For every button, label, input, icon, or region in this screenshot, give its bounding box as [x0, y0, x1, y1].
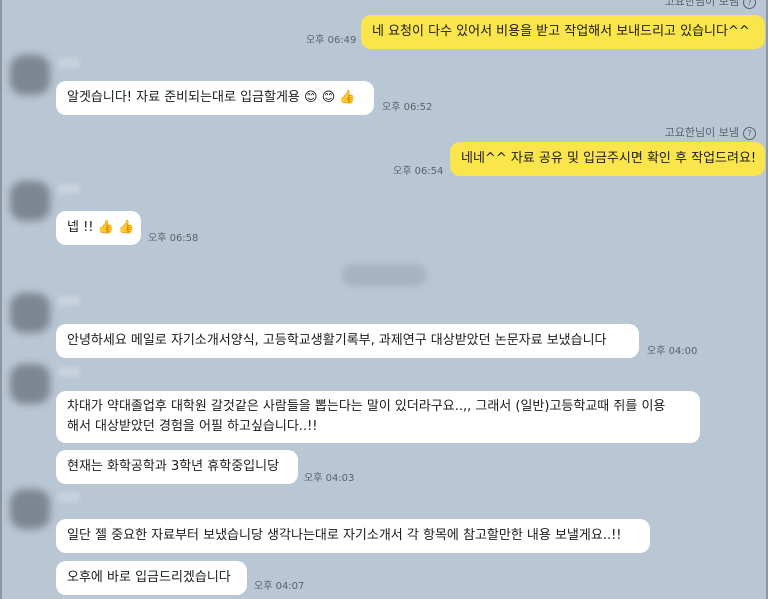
their-message-bubble[interactable]: 넵 !! 👍 👍 [56, 211, 141, 245]
help-icon[interactable]: ? [743, 0, 756, 9]
message-time: 오후 06:52 [382, 102, 433, 113]
avatar[interactable] [10, 293, 50, 333]
sender-name-blurred [58, 58, 80, 68]
their-message-bubble[interactable]: 알겟습니다! 자료 준비되는대로 입금할게용 😊 😊 👍 [56, 81, 374, 115]
message-line: 해서 대상받았던 경험을 어필 하고싶습니다..!! [67, 419, 318, 434]
their-message-bubble[interactable]: 안녕하세요 메일로 자기소개서양식, 고등학교생활기록부, 과제연구 대상받았던… [56, 324, 639, 358]
message-time: 오후 04:03 [304, 473, 355, 484]
my-message-bubble[interactable]: 네 요청이 다수 있어서 비용을 받고 작업해서 보내드리고 있습니다^^ [361, 15, 765, 49]
avatar[interactable] [10, 364, 50, 404]
avatar[interactable] [10, 55, 50, 95]
message-time: 오후 04:00 [647, 346, 698, 357]
message-time: 오후 06:54 [393, 166, 444, 177]
my-message-bubble[interactable]: 네네^^ 자료 공유 및 입금주시면 확인 후 작업드려요! [450, 142, 765, 176]
sender-name-blurred [58, 367, 80, 377]
sender-label: 고요한님이 보냄? [665, 124, 756, 140]
message-line: 차대가 약대졸업후 대학원 갈것같은 사람들을 뽑는다는 말이 있더라구요..,… [67, 399, 666, 414]
their-message-bubble[interactable]: 일단 젤 중요한 자료부터 보냈습니당 생각나는대로 자기소개서 각 항목에 참… [56, 519, 650, 553]
date-divider-blurred [342, 264, 427, 286]
sender-name-blurred [58, 184, 80, 194]
their-message-bubble[interactable]: 차대가 약대졸업후 대학원 갈것같은 사람들을 뽑는다는 말이 있더라구요..,… [56, 391, 700, 443]
help-icon[interactable]: ? [743, 126, 756, 140]
sender-name-blurred [58, 492, 80, 502]
sender-name-blurred [58, 296, 80, 306]
avatar[interactable] [10, 489, 50, 529]
their-message-bubble[interactable]: 오후에 바로 입금드리겠습니다 [56, 561, 247, 595]
message-time: 오후 04:07 [254, 581, 305, 592]
sender-label-top: 고요한님이 보냄? [665, 0, 756, 9]
message-time: 오후 06:58 [148, 233, 199, 244]
their-message-bubble[interactable]: 현재는 화학공학과 3학년 휴학중입니당 [56, 450, 298, 484]
message-time: 오후 06:49 [306, 35, 357, 46]
avatar[interactable] [10, 181, 50, 221]
